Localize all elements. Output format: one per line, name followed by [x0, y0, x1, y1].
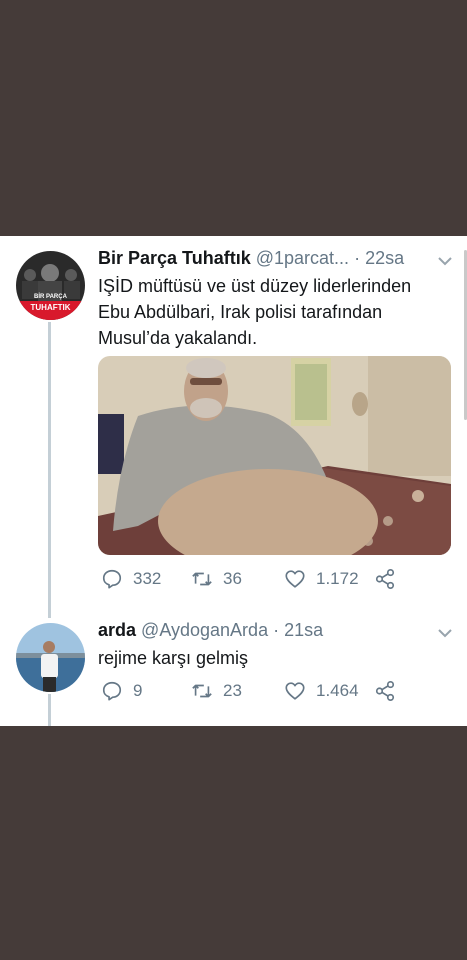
avatar-logo-bottom: TUHAFTIK — [31, 303, 71, 312]
avatar-arda[interactable] — [16, 623, 85, 692]
tweet1-like-count: 1.172 — [316, 569, 359, 588]
tweet2-actions: 9 23 1.464 — [101, 680, 421, 706]
tweet2-handle[interactable]: @AydoganArda — [141, 620, 268, 640]
thread-connector-line-bottom — [48, 694, 51, 726]
heart-icon — [285, 570, 305, 588]
tweet2-text: rejime karşı gelmiş — [98, 648, 249, 668]
tweet1-photo[interactable] — [98, 356, 451, 555]
tweet2-time[interactable]: 21sa — [284, 620, 323, 640]
tweet2-reply-button[interactable]: 9 — [101, 680, 142, 702]
tweet1-retweet-count: 36 — [223, 569, 242, 588]
tweet1-header: Bir Parça Tuhaftık @1parcat... · 22sa — [98, 248, 404, 269]
retweet-icon — [192, 572, 212, 586]
tweet1-time[interactable]: 22sa — [365, 248, 404, 268]
chevron-down-icon[interactable] — [437, 628, 453, 638]
avatar-logo-top: BİR PARÇA — [34, 293, 68, 300]
tweet2-display-name[interactable]: arda — [98, 620, 136, 640]
heart-icon — [285, 682, 305, 700]
tweet2-retweet-button[interactable]: 23 — [191, 680, 242, 702]
tweet1-text-line: IŞİD müftüsü ve üst düzey liderlerinden — [98, 276, 412, 296]
tweet2-reply-count: 9 — [133, 681, 143, 700]
share-icon — [375, 681, 395, 701]
thread-connector-line — [48, 322, 51, 618]
share-icon — [375, 569, 395, 589]
tweet2-like-button[interactable]: 1.464 — [284, 680, 359, 702]
avatar-image — [16, 623, 85, 692]
tweet2-retweet-count: 23 — [223, 681, 242, 700]
chevron-down-icon[interactable] — [437, 256, 453, 266]
avatar-image: BİR PARÇA TUHAFTIK — [16, 251, 85, 320]
tweet2-header: arda @AydoganArda · 21sa — [98, 620, 323, 641]
tweet1-retweet-button[interactable]: 36 — [191, 568, 242, 590]
reply-icon — [102, 681, 122, 701]
tweet1-handle[interactable]: @1parcat... — [256, 248, 349, 268]
tweet2-separator: · — [273, 620, 280, 640]
tweet1-text: IŞİD müftüsü ve üst düzey liderlerinden … — [98, 273, 448, 351]
tweet1-separator: · — [354, 248, 361, 268]
tweet1-photo-image — [98, 356, 451, 555]
tweet1-display-name[interactable]: Bir Parça Tuhaftık — [98, 248, 251, 268]
tweet2-share-button[interactable] — [374, 680, 406, 702]
tweet1-like-button[interactable]: 1.172 — [284, 568, 359, 590]
retweet-icon — [192, 684, 212, 698]
tweet1-text-line: Musul’da yakalandı. — [98, 328, 258, 348]
tweet1-share-button[interactable] — [374, 568, 406, 590]
tweet1-reply-count: 332 — [133, 569, 162, 588]
tweet1-text-line: Ebu Abdülbari, Irak polisi tarafından — [98, 302, 383, 322]
tweet1-actions: 332 36 1.172 — [101, 568, 421, 594]
tweet1-reply-button[interactable]: 332 — [101, 568, 161, 590]
avatar-bir-parca-tuhaftik[interactable]: BİR PARÇA TUHAFTIK — [16, 251, 85, 320]
reply-icon — [102, 569, 122, 589]
tweet2-like-count: 1.464 — [316, 681, 359, 700]
